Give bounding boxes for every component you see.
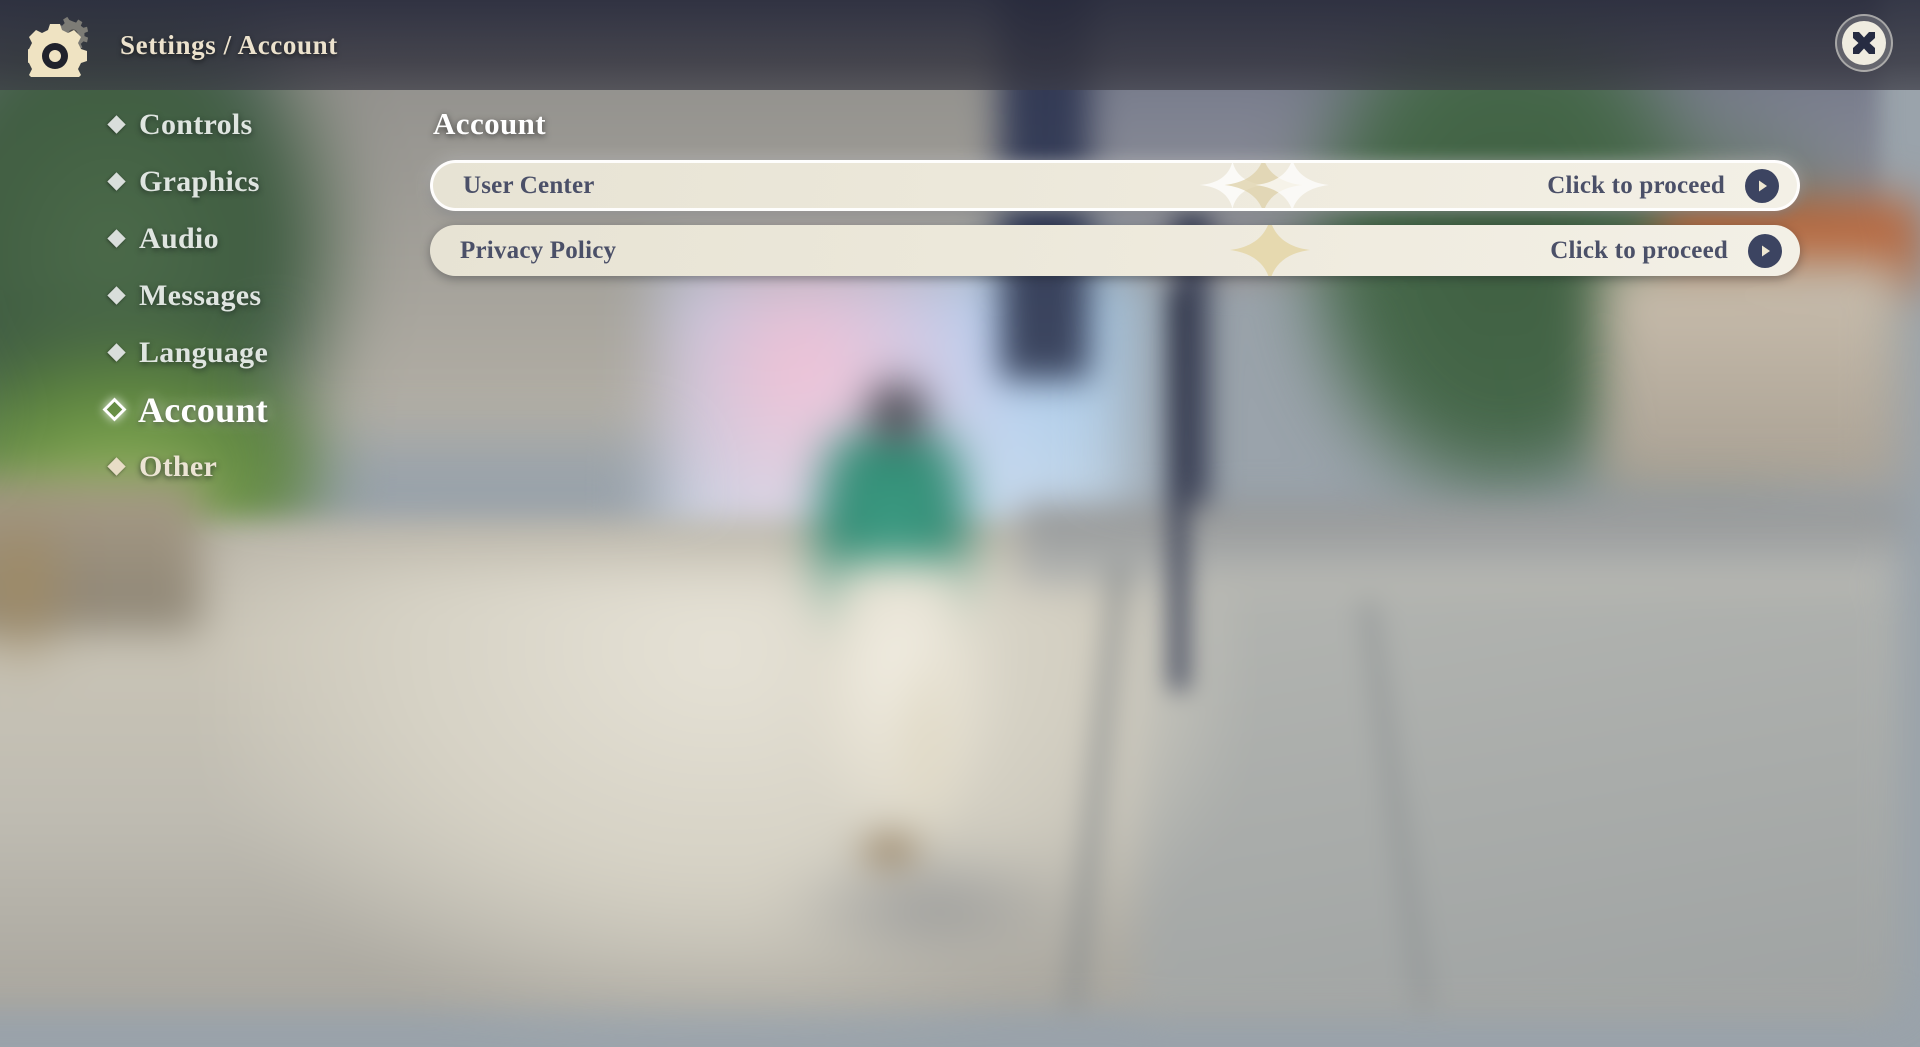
sidebar-item-language[interactable]: Language [0, 324, 360, 381]
sidebar-item-label: Messages [139, 278, 262, 312]
bg-lamp-post [1170, 290, 1188, 690]
diamond-bullet-icon [107, 115, 126, 134]
bg-character-shadow [780, 850, 1080, 960]
settings-row-label: User Center [463, 171, 595, 199]
sidebar-item-controls[interactable]: Controls [0, 96, 360, 153]
settings-row-label: Privacy Policy [460, 236, 617, 264]
settings-row-list: User Center Click to proceed Privacy Polic… [430, 160, 1800, 276]
settings-header-bar: Settings / Account [0, 0, 1920, 90]
panel-title: Account [433, 106, 547, 141]
sidebar-item-label: Controls [139, 107, 253, 141]
bg-pavement-right [1140, 580, 1900, 1010]
settings-main-panel: Account User Center Click to proceed Priva… [430, 106, 1800, 290]
diamond-bullet-icon [107, 229, 126, 248]
bg-character-hair [850, 365, 945, 460]
diamond-bullet-icon [107, 172, 126, 191]
settings-sidebar: Controls Graphics Audio Messages Language Acc… [0, 96, 360, 495]
sidebar-item-other[interactable]: Other [0, 438, 360, 495]
page-title: Settings / Account [120, 29, 338, 60]
diamond-bullet-icon [102, 397, 127, 422]
settings-row-action-label: Click to proceed [1550, 236, 1728, 264]
diamond-bullet-icon [107, 457, 126, 476]
bg-wall-right [1600, 260, 1900, 490]
close-button[interactable] [1835, 14, 1893, 72]
settings-row-action-group[interactable]: Click to proceed [1547, 168, 1779, 203]
bg-barrel [0, 520, 80, 680]
settings-row-action-group[interactable]: Click to proceed [1550, 233, 1782, 268]
sidebar-item-audio[interactable]: Audio [0, 210, 360, 267]
settings-row-action-label: Click to proceed [1547, 171, 1725, 199]
sidebar-item-label: Graphics [139, 164, 260, 198]
settings-row-user-center[interactable]: User Center Click to proceed [430, 160, 1800, 211]
diamond-bullet-icon [107, 286, 126, 305]
close-icon [1842, 21, 1886, 65]
bg-curb [1020, 505, 1900, 585]
chevron-right-icon[interactable] [1745, 168, 1779, 203]
sidebar-item-graphics[interactable]: Graphics [0, 153, 360, 210]
sidebar-item-label: Account [138, 389, 269, 430]
gear-icon [23, 13, 92, 88]
sidebar-item-label: Audio [139, 221, 219, 255]
sidebar-item-label: Other [139, 449, 218, 483]
chevron-right-icon[interactable] [1748, 233, 1782, 268]
sidebar-item-account[interactable]: Account [0, 381, 360, 438]
sidebar-item-label: Language [139, 335, 269, 369]
diamond-bullet-icon [107, 343, 126, 362]
bg-character-shoe [850, 825, 930, 875]
settings-row-privacy-policy[interactable]: Privacy Policy Click to proceed [430, 225, 1800, 276]
sidebar-item-messages[interactable]: Messages [0, 267, 360, 324]
